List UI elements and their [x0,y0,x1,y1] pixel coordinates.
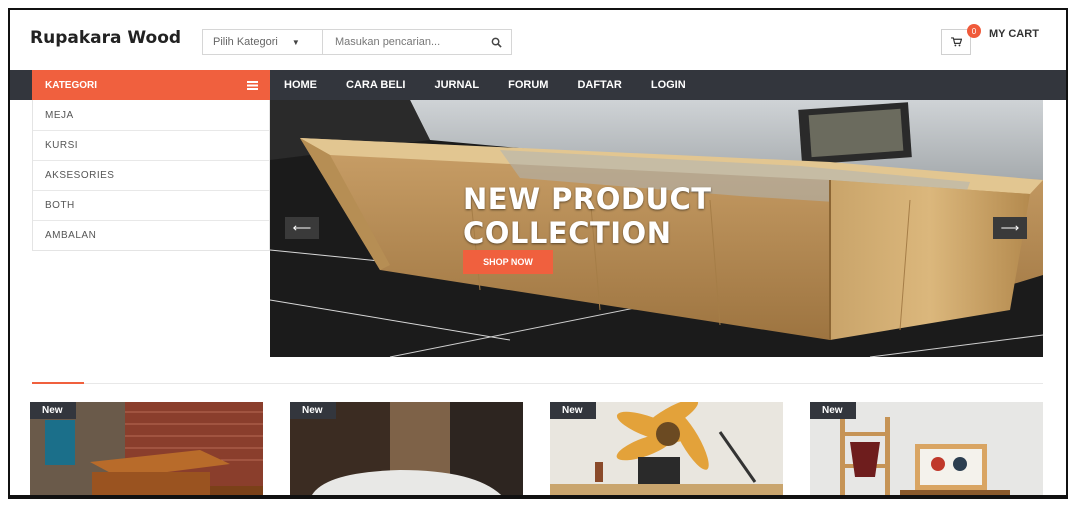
nav-jurnal[interactable]: JURNAL [434,79,479,91]
kategori-item-both[interactable]: BOTH [33,190,269,220]
nav-forum[interactable]: FORUM [508,79,548,91]
kategori-header[interactable]: KATEGORI [32,70,270,100]
category-select-label: Pilih Kategori [213,36,278,48]
hero-title-line1: NEW PRODUCT [463,182,712,216]
chevron-down-icon: ▼ [291,37,300,47]
frame-bottom-border [8,496,1068,499]
kategori-item-kursi[interactable]: KURSI [33,130,269,160]
search-input[interactable]: Masukan pencarian... [323,36,481,48]
cart-icon [950,37,962,47]
new-badge: New [290,402,336,419]
my-cart-link[interactable]: MY CART [989,28,1039,40]
hero-slider: NEW PRODUCT COLLECTION SHOP NOW ⟵ ⟶ [270,100,1043,357]
hamburger-icon [247,80,258,90]
product-card[interactable]: New [290,402,523,495]
kategori-item-aksesories[interactable]: AKSESORIES [33,160,269,190]
section-divider [32,383,1043,384]
search-bar: Pilih Kategori ▼ Masukan pencarian... [202,29,512,55]
page-frame: Rupakara Wood Pilih Kategori ▼ Masukan p… [8,8,1068,497]
slider-next-button[interactable]: ⟶ [993,217,1027,239]
new-badge: New [810,402,856,419]
search-icon[interactable] [481,37,511,48]
kategori-title: KATEGORI [45,79,98,91]
arrow-right-icon: ⟶ [1000,220,1020,235]
product-card[interactable]: New [810,402,1043,495]
section-divider-accent [32,382,84,384]
product-card[interactable]: New [550,402,783,495]
slider-prev-button[interactable]: ⟵ [285,217,319,239]
header: Rupakara Wood Pilih Kategori ▼ Masukan p… [10,10,1066,70]
kategori-item-meja[interactable]: MEJA [33,100,269,130]
new-badge: New [30,402,76,419]
site-logo[interactable]: Rupakara Wood [30,28,181,48]
hero-title-line2: COLLECTION [463,216,672,250]
cart-count-badge: 0 [967,24,981,38]
kategori-list: MEJA KURSI AKSESORIES BOTH AMBALAN [32,100,270,251]
nav-daftar[interactable]: DAFTAR [577,79,621,91]
shop-now-button[interactable]: SHOP NOW [463,250,553,274]
kategori-item-ambalan[interactable]: AMBALAN [33,220,269,250]
nav-home[interactable]: HOME [284,79,317,91]
category-select[interactable]: Pilih Kategori ▼ [203,30,323,54]
nav-login[interactable]: LOGIN [651,79,686,91]
product-card[interactable]: New [30,402,263,495]
new-badge: New [550,402,596,419]
hero-title: NEW PRODUCT COLLECTION [463,182,712,250]
arrow-left-icon: ⟵ [292,220,312,235]
nav-cara-beli[interactable]: CARA BELI [346,79,405,91]
